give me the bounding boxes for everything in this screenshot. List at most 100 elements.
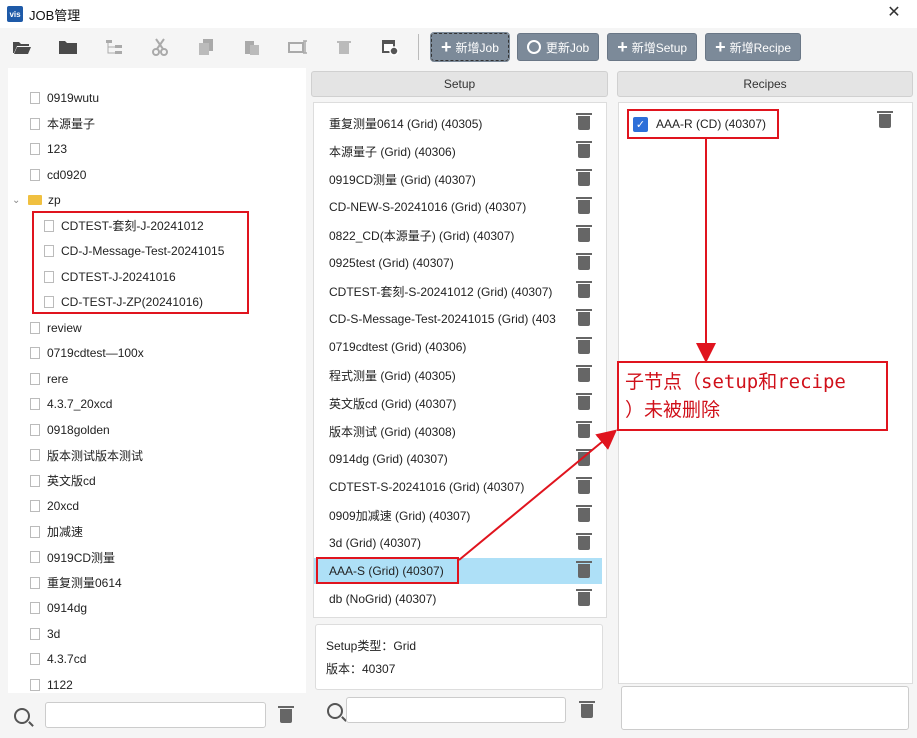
file-icon [30,143,40,155]
tree-file[interactable]: 0719cdtest—100x [30,342,144,364]
trash-icon[interactable] [579,701,595,718]
folder-icon[interactable] [57,36,79,58]
trash-icon[interactable] [278,706,294,723]
trash-icon[interactable] [576,197,592,214]
tree-file[interactable]: CD-TEST-J-ZP(20241016) [44,291,203,313]
rename-icon[interactable] [287,36,309,58]
trash-icon[interactable] [576,533,592,550]
tree-file[interactable]: 0919CD测量 [30,546,115,568]
setup-item[interactable]: 0719cdtest (Grid) (40306) [314,334,602,360]
calendar-icon[interactable] [379,36,401,58]
setup-item[interactable]: CD-NEW-S-20241016 (Grid) (40307) [314,194,602,220]
setup-item[interactable]: AAA-S (Grid) (40307) [314,558,602,584]
setup-item[interactable]: 英文版cd (Grid) (40307) [314,390,602,416]
tree-file[interactable]: 4.3.7_20xcd [30,393,112,415]
setup-list[interactable]: 重复测量0614 (Grid) (40305) 本源量子 (Grid) (4030… [313,102,607,618]
recipe-item[interactable]: ✓ AAA-R (CD) (40307) [633,113,766,135]
setup-item[interactable]: CDTEST-套刻-S-20241012 (Grid) (40307) [314,278,602,304]
setup-item-label: 重复测量0614 (Grid) (40305) [329,116,483,131]
trash-icon[interactable] [576,449,592,466]
checkbox-checked-icon[interactable]: ✓ [633,116,648,132]
setup-item-label: CDTEST-S-20241016 (Grid) (40307) [329,480,525,494]
file-icon [30,117,40,130]
trash-icon[interactable] [576,589,592,606]
setup-item[interactable]: 0925test (Grid) (40307) [314,250,602,276]
tree-file[interactable]: review [30,317,82,339]
setup-item[interactable]: 3d (Grid) (40307) [314,530,602,556]
update-job-button[interactable]: 更新Job [516,33,600,61]
setup-item[interactable]: 0822_CD(本源量子) (Grid) (40307) [314,222,602,248]
open-folder-icon[interactable] [11,36,33,58]
tree-file[interactable]: cd0920 [30,164,86,186]
trash-icon[interactable] [576,505,592,522]
setup-item[interactable]: CD-S-Message-Test-20241015 (Grid) (403 [314,306,602,332]
file-icon [30,423,40,436]
tree-file[interactable]: 重复测量0614 [30,572,122,594]
trash-icon[interactable] [576,169,592,186]
trash-icon[interactable] [877,111,893,128]
trash-icon[interactable] [576,337,592,354]
setup-item[interactable]: db (NoGrid) (40307) [314,586,602,612]
tree-search-input[interactable] [45,702,266,728]
setup-item[interactable]: 0914dg (Grid) (40307) [314,446,602,472]
tree-file[interactable]: CDTEST-套刻-J-20241012 [44,215,204,237]
tree-search-bar [8,700,306,732]
tree-file[interactable]: 4.3.7cd [30,648,86,670]
tree-file[interactable]: 加减速 [30,521,83,543]
tree-file[interactable]: 0919wutu [30,87,99,109]
tree-file[interactable]: rere [30,368,68,390]
tree-file[interactable]: 本源量子 [30,113,95,135]
tree-icon[interactable] [103,36,125,58]
file-icon [30,678,40,691]
tree-file[interactable]: 0918golden [30,419,110,441]
setup-item[interactable]: 0909加减速 (Grid) (40307) [314,502,602,528]
tree-file[interactable]: 英文版cd [30,470,96,492]
trash-icon[interactable] [576,365,592,382]
setup-item[interactable]: 本源量子 (Grid) (40306) [314,138,602,164]
tree-item-label: CD-J-Message-Test-20241015 [61,244,225,258]
paste-icon[interactable] [241,36,263,58]
setup-item[interactable]: 0919CD测量 (Grid) (40307) [314,166,602,192]
tree-file[interactable]: 1122 [30,674,73,694]
trash-icon[interactable] [576,225,592,242]
job-tree[interactable]: 0919wutu 本源量子 123 cd0920 ⌄ zp CDTEST-套刻-J-2024… [8,68,306,693]
setup-search-input[interactable] [346,697,566,723]
chevron-down-icon[interactable]: ⌄ [12,195,22,206]
tree-item-label: 4.3.7cd [47,652,87,666]
trash-icon[interactable] [576,141,592,158]
delete-icon[interactable] [333,36,355,58]
tree-item-label: 版本测试版本测试 [47,448,144,463]
tree-file[interactable]: 0914dg [30,597,87,619]
copy-icon[interactable] [195,36,217,58]
new-recipe-button[interactable]: + 新增Recipe [705,33,801,61]
trash-icon[interactable] [576,113,592,130]
new-job-button[interactable]: + 新增Job [430,32,510,62]
tree-item-label: 0919CD测量 [47,550,116,565]
tree-file[interactable]: 123 [30,138,67,160]
trash-icon[interactable] [576,309,592,326]
file-icon [44,270,54,283]
trash-icon[interactable] [576,253,592,270]
tree-file[interactable]: 20xcd [30,495,79,517]
file-icon [44,245,54,257]
cut-icon[interactable] [149,36,171,58]
trash-icon[interactable] [576,477,592,494]
setup-item[interactable]: 重复测量0614 (Grid) (40305) [314,110,602,136]
setup-item[interactable]: CDTEST-S-20241016 (Grid) (40307) [314,474,602,500]
trash-icon[interactable] [576,281,592,298]
tree-file[interactable]: 版本测试版本测试 [30,444,143,466]
tree-file[interactable]: CD-J-Message-Test-20241015 [44,240,224,262]
file-icon [44,296,54,308]
trash-icon[interactable] [576,561,592,578]
tree-file[interactable]: 3d [30,623,60,645]
tree-folder[interactable]: ⌄ zp [12,189,61,211]
close-button[interactable]: ✕ [885,4,903,22]
tree-file[interactable]: CDTEST-J-20241016 [44,266,176,288]
trash-icon[interactable] [576,393,592,410]
plus-icon: + [715,37,726,57]
file-icon [30,474,40,487]
setup-item[interactable]: 版本测试 (Grid) (40308) [314,418,602,444]
new-setup-button[interactable]: + 新增Setup [607,33,698,61]
trash-icon[interactable] [576,421,592,438]
setup-item[interactable]: 程式测量 (Grid) (40305) [314,362,602,388]
